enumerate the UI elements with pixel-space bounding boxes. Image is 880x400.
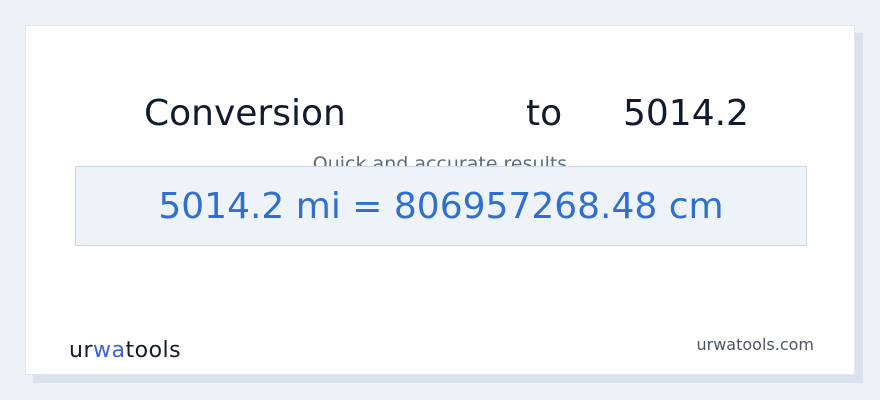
conversion-result: 5014.2 mi = 806957268.48 cm xyxy=(158,185,724,227)
logo-accent: wa xyxy=(93,338,126,363)
headline-to-word: to xyxy=(526,93,563,134)
brand-logo[interactable]: urwatools xyxy=(69,338,181,364)
conversion-card: Conversion to 5014.2 Quick and accurate … xyxy=(25,25,855,375)
headline-conversion-word: Conversion xyxy=(144,93,346,134)
result-box: 5014.2 mi = 806957268.48 cm xyxy=(75,166,807,246)
logo-prefix: ur xyxy=(69,338,93,363)
headline: Conversion to 5014.2 xyxy=(26,94,854,134)
logo-suffix: tools xyxy=(125,338,182,363)
site-url-link[interactable]: urwatools.com xyxy=(697,335,815,355)
headline-value: 5014.2 xyxy=(623,93,749,134)
